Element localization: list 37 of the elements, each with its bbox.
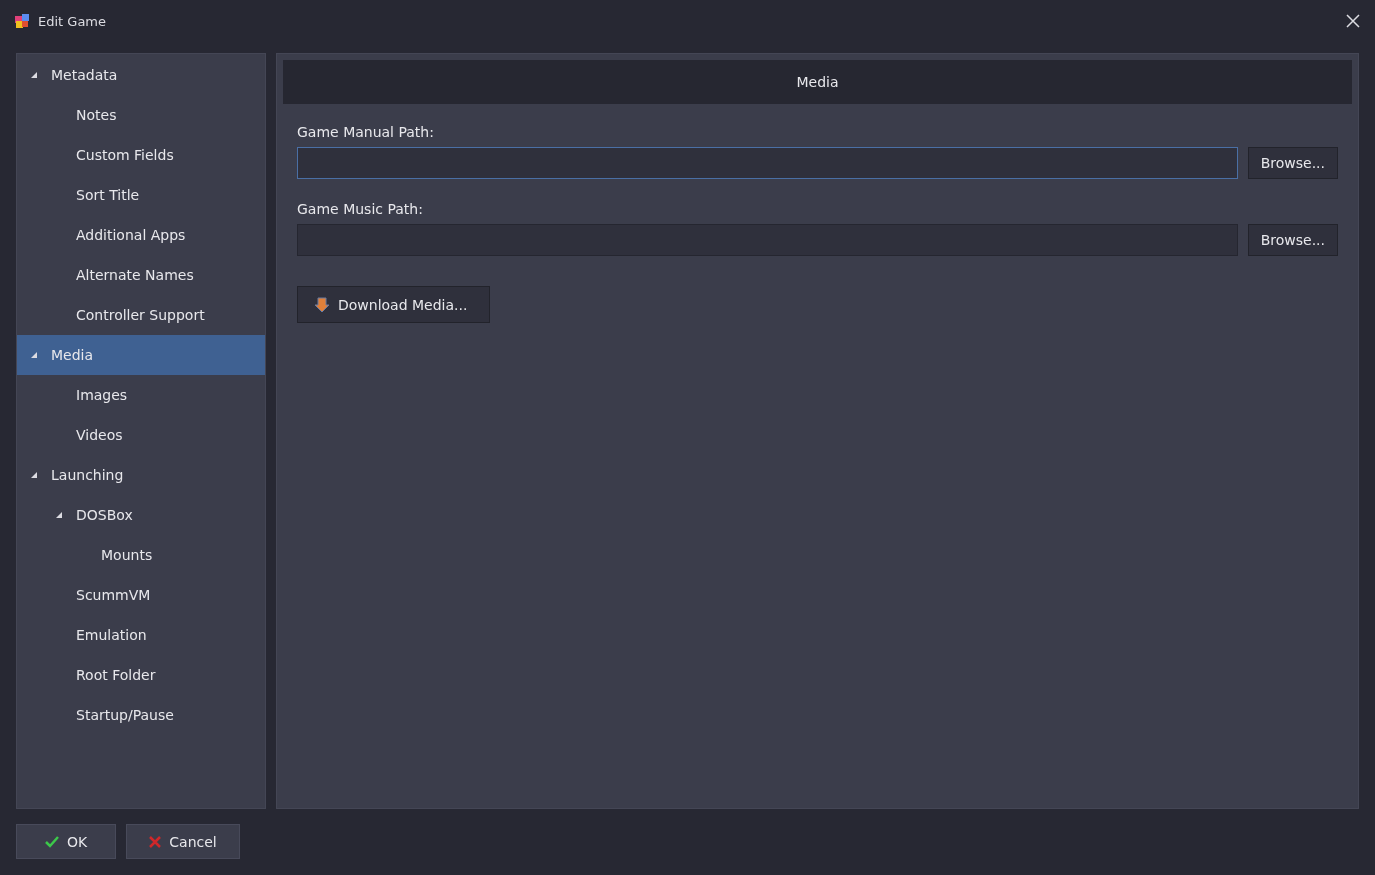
- browse-button[interactable]: Browse...: [1247, 224, 1338, 256]
- tree-item[interactable]: Media: [17, 335, 265, 375]
- field-label: Game Manual Path:: [297, 124, 435, 140]
- tree-item[interactable]: Sort Title: [17, 175, 265, 215]
- path-field[interactable]: [297, 147, 1238, 179]
- tree-item[interactable]: Videos: [17, 415, 265, 455]
- cancel-button[interactable]: Cancel: [126, 824, 240, 859]
- tree-item[interactable]: Alternate Names: [17, 255, 265, 295]
- tree-item[interactable]: Images: [17, 375, 265, 415]
- tree-item[interactable]: Controller Support: [17, 295, 265, 335]
- expanded-arrow-icon[interactable]: [56, 512, 62, 518]
- expanded-arrow-icon[interactable]: [31, 352, 37, 358]
- tree-item[interactable]: Emulation: [17, 615, 265, 655]
- tree-item[interactable]: Notes: [17, 95, 265, 135]
- cross-icon: [149, 835, 162, 848]
- tree-item[interactable]: Mounts: [17, 535, 265, 575]
- panel-header: Media: [283, 60, 1352, 104]
- cube-logo-icon: [14, 13, 30, 29]
- tree-item[interactable]: Startup/Pause: [17, 695, 265, 735]
- download-media-button[interactable]: Download Media...: [297, 286, 490, 323]
- tree-item[interactable]: Metadata: [17, 55, 265, 95]
- tree-item[interactable]: DOSBox: [17, 495, 265, 535]
- tree-item[interactable]: ScummVM: [17, 575, 265, 615]
- expanded-arrow-icon[interactable]: [31, 72, 37, 78]
- field-label: Game Music Path:: [297, 201, 424, 217]
- expanded-arrow-icon[interactable]: [31, 472, 37, 478]
- path-field[interactable]: [297, 224, 1238, 256]
- tree-item[interactable]: Custom Fields: [17, 135, 265, 175]
- window-title: Edit Game: [38, 13, 106, 29]
- ok-button[interactable]: OK: [16, 824, 116, 859]
- tree-item[interactable]: Additional Apps: [17, 215, 265, 255]
- check-icon: [44, 835, 59, 848]
- download-arrow-icon: [314, 296, 330, 313]
- close-button[interactable]: [1345, 13, 1361, 29]
- tree-item[interactable]: Root Folder: [17, 655, 265, 695]
- tree-item[interactable]: Launching: [17, 455, 265, 495]
- browse-button[interactable]: Browse...: [1247, 147, 1338, 179]
